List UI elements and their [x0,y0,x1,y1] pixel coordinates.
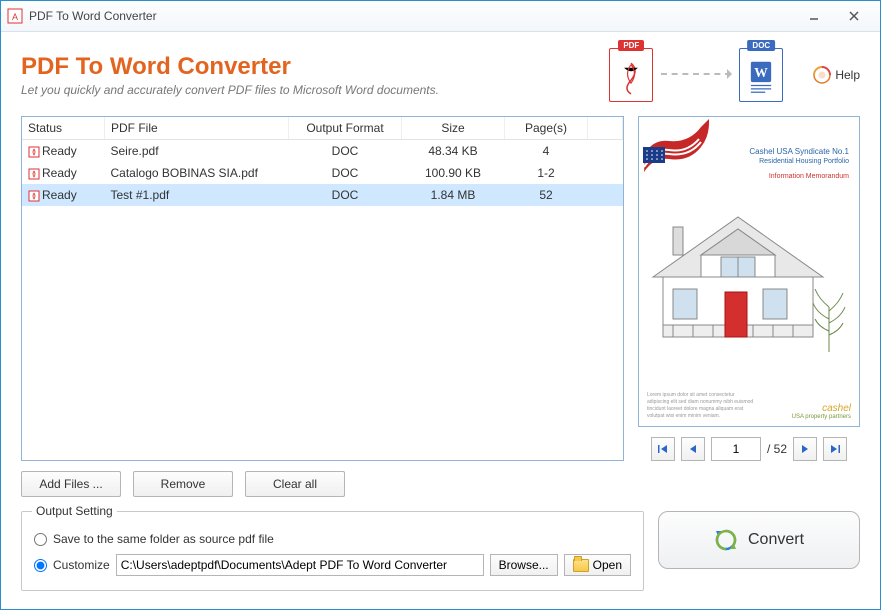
cell-format: DOC [289,140,402,163]
cell-status: Ready [22,162,105,184]
app-window: A PDF To Word Converter PDF To Word Conv… [0,0,881,610]
radio-customize-input[interactable] [34,559,47,572]
folder-icon [573,559,589,572]
content: PDF To Word Converter Let you quickly an… [1,32,880,609]
col-scroll [588,117,623,140]
cell-file: Catalogo BOBINAS SIA.pdf [105,162,289,184]
cell-status: Ready [22,184,105,206]
output-setting-group: Output Setting Save to the same folder a… [21,511,644,591]
help-button[interactable]: Help [813,66,860,84]
close-button[interactable] [834,5,874,27]
cell-size: 48.34 KB [402,140,505,163]
next-page-button[interactable] [793,437,817,461]
radio-customize-row: Customize Browse... Open [34,554,631,576]
format-illustration: PDF DOC W [609,48,783,102]
pdf-icon: PDF [609,48,653,102]
cell-status: Ready [22,140,105,163]
help-label: Help [835,68,860,82]
cell-format: DOC [289,162,402,184]
svg-text:W: W [755,65,769,80]
titlebar: A PDF To Word Converter [1,1,880,32]
preview-pane: Cashel USA Syndicate No.1 Residential Ho… [638,116,860,427]
col-file[interactable]: PDF File [105,117,289,140]
page-title: PDF To Word Converter [21,53,609,81]
cell-format: DOC [289,184,402,206]
house-illustration [643,207,855,357]
output-legend: Output Setting [32,504,117,518]
cell-file: Test #1.pdf [105,184,289,206]
table-header-row: Status PDF File Output Format Size Page(… [22,117,623,140]
app-icon: A [7,8,23,24]
lower-row: Output Setting Save to the same folder a… [21,511,860,591]
prev-page-button[interactable] [681,437,705,461]
col-status[interactable]: Status [22,117,105,140]
pdf-file-icon [28,168,40,180]
customize-label: Customize [53,558,110,572]
pdf-file-icon [28,146,40,158]
convert-button[interactable]: Convert [658,511,860,569]
col-pages[interactable]: Page(s) [505,117,588,140]
cell-pages: 1-2 [505,162,588,184]
page-input[interactable] [711,437,761,461]
radio-same-folder[interactable]: Save to the same folder as source pdf fi… [34,528,631,550]
clear-all-button[interactable]: Clear all [245,471,345,497]
page-total: / 52 [767,442,787,456]
table-row[interactable]: ReadyTest #1.pdfDOC1.84 MB52 [22,184,623,206]
flag-icon [639,117,719,177]
remove-button[interactable]: Remove [133,471,233,497]
pdf-file-icon [28,190,40,202]
add-files-button[interactable]: Add Files ... [21,471,121,497]
minimize-button[interactable] [794,5,834,27]
refresh-icon [714,528,738,552]
col-format[interactable]: Output Format [289,117,402,140]
last-page-button[interactable] [823,437,847,461]
table-row[interactable]: ReadySeire.pdfDOC48.34 KB4 [22,140,623,163]
page-navigation: / 52 [639,437,859,461]
output-path-input[interactable] [116,554,484,576]
cell-size: 100.90 KB [402,162,505,184]
window-title: PDF To Word Converter [29,9,157,23]
cell-pages: 52 [505,184,588,206]
workarea: Status PDF File Output Format Size Page(… [21,116,860,461]
cell-pages: 4 [505,140,588,163]
arrow-icon [661,73,731,77]
doc-icon: DOC W [739,48,783,102]
header: PDF To Word Converter Let you quickly an… [21,48,860,102]
preview-footer: Lorem ipsum dolor sit amet consectetur a… [647,392,851,420]
open-button[interactable]: Open [564,554,631,576]
svg-text:A: A [12,12,18,22]
radio-same-folder-input[interactable] [34,533,47,546]
file-buttons: Add Files ... Remove Clear all [21,471,860,497]
first-page-button[interactable] [651,437,675,461]
col-size[interactable]: Size [402,117,505,140]
table-row[interactable]: ReadyCatalogo BOBINAS SIA.pdfDOC100.90 K… [22,162,623,184]
page-subtitle: Let you quickly and accurately convert P… [21,83,609,97]
file-list[interactable]: Status PDF File Output Format Size Page(… [21,116,624,461]
browse-button[interactable]: Browse... [490,554,558,576]
convert-label: Convert [748,531,804,549]
preview-title: Cashel USA Syndicate No.1 Residential Ho… [749,147,849,182]
cell-size: 1.84 MB [402,184,505,206]
cell-file: Seire.pdf [105,140,289,163]
